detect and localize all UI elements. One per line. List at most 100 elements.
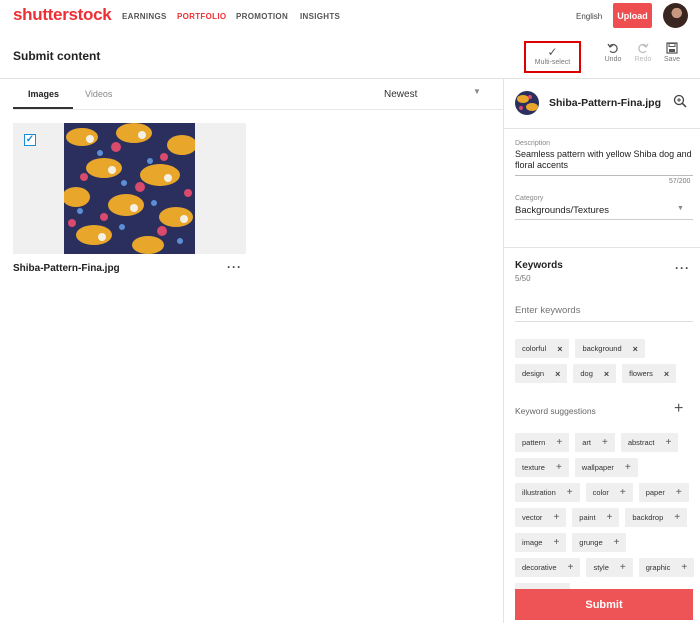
asset-checkbox[interactable]: ✓ [24, 134, 36, 146]
divider [504, 128, 700, 129]
suggestion-chip[interactable]: illustration + [515, 483, 580, 502]
nav-promotion[interactable]: PROMOTION [236, 12, 288, 21]
selected-thumbnail [515, 91, 539, 115]
nav-insights[interactable]: INSIGHTS [300, 12, 340, 21]
keywords-more-icon[interactable]: ··· [675, 261, 690, 275]
avatar[interactable] [663, 3, 688, 28]
redo-button[interactable]: Redo [633, 42, 653, 63]
add-keyword-icon[interactable]: + [556, 437, 562, 448]
page-title: Submit content [13, 49, 101, 63]
suggestion-chip[interactable]: pattern + [515, 433, 570, 452]
upload-button[interactable]: Upload [613, 3, 652, 28]
keywords-input[interactable] [515, 305, 693, 316]
suggestion-chip-label: illustration [522, 488, 556, 497]
tab-videos[interactable]: Videos [85, 89, 112, 99]
suggestion-chip[interactable]: paper + [638, 483, 689, 502]
add-all-suggestions-icon[interactable]: + [674, 400, 683, 418]
keyword-chip[interactable]: background × [575, 339, 645, 358]
suggestion-chip[interactable]: vector + [515, 508, 567, 527]
add-keyword-icon[interactable]: + [614, 537, 620, 548]
suggestion-chip[interactable]: style + [586, 558, 633, 577]
keyword-chip-label: design [522, 369, 545, 378]
add-keyword-icon[interactable]: + [568, 562, 574, 573]
suggestion-chip[interactable]: texture + [515, 458, 569, 477]
remove-keyword-icon[interactable]: × [604, 369, 609, 379]
keyword-chip-label: flowers [629, 369, 653, 378]
add-keyword-icon[interactable]: + [620, 487, 626, 498]
multi-select-label: Multi-select [534, 59, 571, 66]
add-keyword-icon[interactable]: + [676, 487, 682, 498]
add-keyword-icon[interactable]: + [666, 437, 672, 448]
chevron-down-icon[interactable]: ▼ [473, 87, 481, 96]
category-select[interactable]: Backgrounds/Textures [515, 205, 609, 216]
description-field[interactable]: Seamless pattern with yellow Shiba dog a… [515, 149, 693, 171]
add-keyword-icon[interactable]: + [607, 512, 613, 523]
suggestion-chip[interactable]: art + [575, 433, 615, 452]
keyword-chip[interactable]: flowers × [622, 364, 677, 383]
keywords-input-underline [515, 321, 693, 322]
suggestion-chip-label: grunge [579, 538, 603, 547]
undo-button[interactable]: Undo [603, 42, 623, 63]
add-keyword-icon[interactable]: + [553, 512, 559, 523]
suggestion-chip-label: image [522, 538, 543, 547]
nav-earnings[interactable]: EARNINGS [122, 12, 167, 21]
keywords-title: Keywords [515, 260, 563, 271]
suggestion-chip[interactable]: grunge + [572, 533, 627, 552]
divider [504, 247, 700, 248]
remove-keyword-icon[interactable]: × [664, 369, 669, 379]
suggestion-chip-label: wallpaper [581, 463, 614, 472]
keyword-chip[interactable]: dog × [573, 364, 617, 383]
submit-button[interactable]: Submit [515, 589, 693, 620]
shutterstock-logo[interactable]: shutterstock [13, 5, 112, 25]
sort-dropdown[interactable]: Newest [384, 89, 417, 100]
suggestion-chip-label: backdrop [632, 513, 664, 522]
category-label: Category [515, 195, 544, 202]
language-selector[interactable]: English [576, 12, 602, 21]
suggestion-chip[interactable]: graphic + [638, 558, 695, 577]
suggestion-chip-label: paint [579, 513, 596, 522]
suggestion-chip[interactable]: abstract + [620, 433, 679, 452]
remove-keyword-icon[interactable]: × [555, 369, 560, 379]
remove-keyword-icon[interactable]: × [557, 344, 562, 354]
add-keyword-icon[interactable]: + [625, 462, 631, 473]
suggestion-chip-label: paper [645, 488, 665, 497]
suggestion-chip[interactable]: decorative + [515, 558, 581, 577]
remove-keyword-icon[interactable]: × [633, 344, 638, 354]
add-keyword-icon[interactable]: + [567, 487, 573, 498]
multi-select-button[interactable]: ✓ Multi-select [524, 41, 581, 73]
asset-more-icon[interactable]: ··· [227, 260, 242, 274]
suggestion-chip-label: pattern [522, 438, 546, 447]
suggestion-chip[interactable]: wallpaper + [574, 458, 638, 477]
suggestion-chip-label: vector [522, 513, 543, 522]
zoom-in-icon[interactable] [673, 94, 687, 108]
add-keyword-icon[interactable]: + [674, 512, 680, 523]
add-keyword-icon[interactable]: + [620, 562, 626, 573]
add-keyword-icon[interactable]: + [681, 562, 687, 573]
add-keyword-icon[interactable]: + [553, 537, 559, 548]
keywords-count: 5/50 [515, 274, 531, 283]
keyword-chip-label: background [582, 344, 622, 353]
chevron-down-icon[interactable]: ▼ [677, 205, 684, 212]
save-button[interactable]: Save [662, 42, 682, 63]
suggestion-chip[interactable]: backdrop + [625, 508, 688, 527]
description-underline [515, 175, 693, 176]
asset-card[interactable]: ✓ [13, 123, 246, 254]
add-keyword-icon[interactable]: + [602, 437, 608, 448]
keyword-chip[interactable]: colorful × [515, 339, 570, 358]
redo-label: Redo [634, 56, 652, 63]
check-icon: ✓ [547, 45, 558, 59]
add-keyword-icon[interactable]: + [556, 462, 562, 473]
suggestion-chip[interactable]: image + [515, 533, 567, 552]
description-count: 57/200 [669, 178, 691, 185]
top-navigation: shutterstock EARNINGS PORTFOLIO PROMOTIO… [0, 0, 700, 34]
keyword-chip[interactable]: design × [515, 364, 568, 383]
asset-thumbnail[interactable] [64, 123, 195, 254]
asset-filename: Shiba-Pattern-Fina.jpg [13, 263, 120, 274]
keyword-chip-label: dog [580, 369, 593, 378]
suggestions-title: Keyword suggestions [515, 406, 596, 416]
tab-images[interactable]: Images [13, 89, 74, 109]
nav-portfolio[interactable]: PORTFOLIO [177, 12, 226, 21]
suggestion-chip[interactable]: color + [585, 483, 633, 502]
suggestion-chip[interactable]: paint + [572, 508, 620, 527]
page-header: Submit content ✓ Multi-select Undo Redo … [0, 34, 700, 79]
